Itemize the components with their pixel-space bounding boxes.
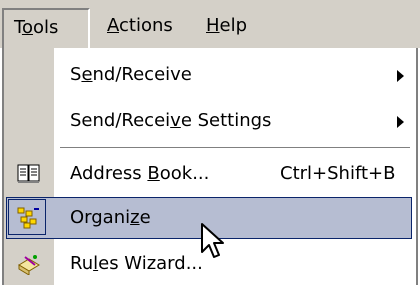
menu-help[interactable]: Help (196, 8, 256, 44)
mouse-pointer-icon (201, 223, 224, 258)
rules-wizard-icon (17, 253, 41, 276)
menu-item-send-receive-settings[interactable]: Send/Receive Settings (4, 98, 416, 144)
menu-item-address-book[interactable]: Address Book... Ctrl+Shift+B (4, 151, 416, 197)
submenu-arrow-icon (397, 70, 404, 82)
address-book-icon (17, 163, 41, 185)
menu-separator (60, 147, 410, 149)
organize-icon (17, 207, 41, 229)
submenu-arrow-icon (397, 116, 404, 128)
menu-tools[interactable]: Tools (2, 8, 90, 48)
menu-item-send-receive[interactable]: Send/Receive (4, 52, 416, 98)
menu-actions[interactable]: Actions (97, 8, 189, 44)
menu-bar: Tools Actions Help (0, 0, 420, 48)
shortcut-label: Ctrl+Shift+B (280, 163, 396, 184)
